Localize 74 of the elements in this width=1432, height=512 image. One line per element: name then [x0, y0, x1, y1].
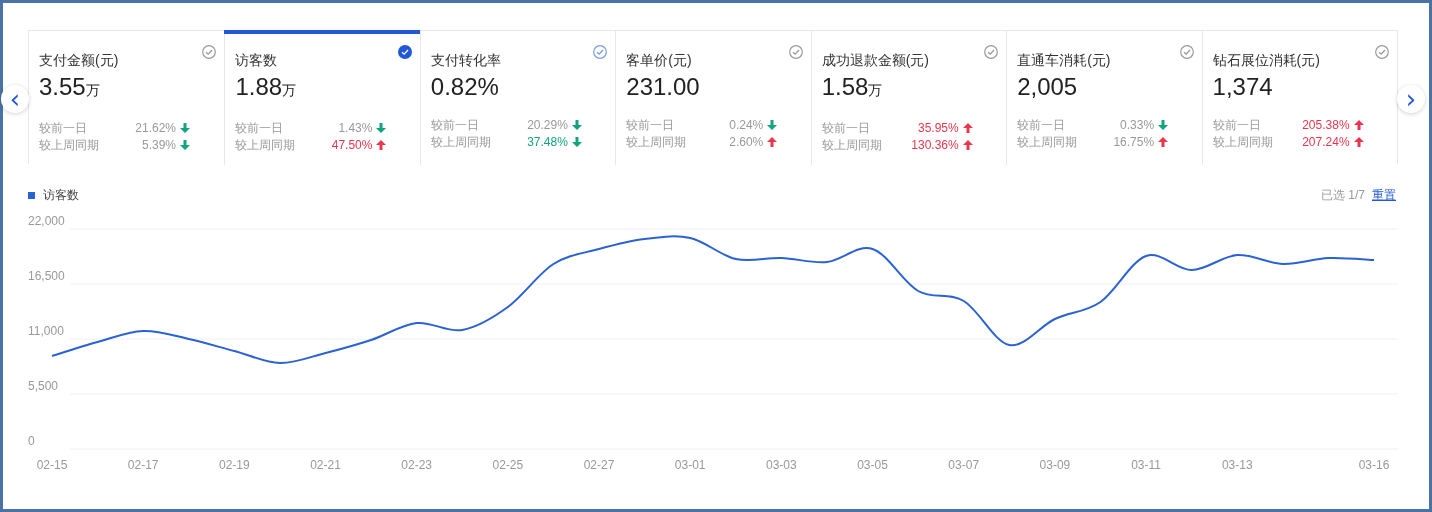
selection-count: 已选 1/7	[1321, 186, 1365, 204]
comparison-label: 较前一日	[1017, 117, 1067, 133]
metric-title: 支付金额(元)	[39, 51, 119, 69]
metric-title: 成功退款金额(元)	[821, 51, 930, 69]
next-button[interactable]: ›	[1397, 85, 1425, 113]
comparison-label: 较上周同期	[1017, 134, 1079, 150]
checked-icon[interactable]	[397, 45, 412, 59]
metric-value: 0.82%	[430, 72, 500, 102]
y-axis-label: 0	[28, 434, 35, 448]
comparison-label: 较前一日	[821, 120, 871, 136]
metric-title: 直通车消耗(元)	[1017, 51, 1111, 69]
comparison-label: 较上周同期	[821, 137, 883, 153]
y-axis-label: 16,500	[28, 269, 65, 283]
metric-title: 支付转化率	[430, 51, 501, 69]
x-axis-label: 03-03	[766, 458, 797, 472]
metric-value: 1.58万	[821, 72, 884, 102]
previous-button[interactable]: ‹	[1, 85, 29, 113]
x-axis-label: 02-25	[492, 458, 524, 472]
metric-value: 2,005	[1017, 72, 1079, 102]
check-circle-icon[interactable]	[788, 45, 803, 59]
x-axis-label: 02-23	[401, 458, 433, 472]
change-value: 0.24%	[729, 117, 765, 133]
x-axis-label: 03-13	[1221, 458, 1253, 472]
comparison-label: 较前一日	[235, 120, 285, 136]
change-value: 205.38%	[1302, 117, 1351, 133]
y-axis-label: 11,000	[28, 324, 64, 338]
change-value: 207.24%	[1302, 134, 1351, 150]
comparison-label: 较上周同期	[39, 137, 100, 153]
x-axis-label: 03-11	[1131, 458, 1161, 472]
x-axis-label: 03-07	[948, 458, 980, 472]
change-value: 21.62%	[135, 120, 177, 136]
x-axis-label: 03-01	[674, 458, 706, 472]
metric-value: 3.55万	[39, 72, 101, 102]
comparison-label: 较上周同期	[235, 137, 297, 153]
comparison-label: 较上周同期	[430, 134, 492, 150]
change-value: 5.39%	[141, 137, 177, 153]
x-axis-label: 02-17	[127, 458, 159, 472]
comparison-label: 较前一日	[430, 117, 480, 133]
change-value: 47.50%	[331, 137, 374, 153]
change-value: 35.95%	[918, 120, 960, 136]
change-value: 130.36%	[911, 137, 960, 153]
check-circle-icon[interactable]	[1375, 45, 1389, 59]
comparison-label: 较前一日	[626, 117, 676, 133]
check-circle-icon[interactable]	[593, 45, 608, 59]
change-value: 20.29%	[527, 117, 569, 133]
x-axis-label: 02-27	[583, 458, 615, 472]
x-axis-label: 02-19	[219, 458, 250, 472]
metric-title: 钻石展位消耗(元)	[1212, 51, 1320, 69]
metric-title: 访客数	[235, 51, 278, 69]
comparison-label: 较上周同期	[1212, 134, 1274, 150]
change-value: 37.48%	[527, 134, 569, 150]
metric-value: 1.88万	[235, 72, 298, 102]
change-value: 16.75%	[1113, 134, 1156, 150]
comparison-label: 较上周同期	[626, 134, 688, 150]
comparison-label: 较前一日	[39, 120, 88, 136]
check-circle-icon[interactable]	[1179, 45, 1194, 59]
x-axis-label: 03-09	[1039, 458, 1071, 472]
y-axis-label: 5,500	[28, 379, 59, 393]
change-value: 1.43%	[338, 120, 374, 136]
reset-link[interactable]: 重置	[1372, 186, 1396, 204]
change-value: 2.60%	[729, 134, 765, 150]
change-value: 0.33%	[1120, 117, 1156, 133]
check-circle-icon[interactable]	[202, 45, 217, 59]
metric-value: 231.00	[626, 72, 701, 102]
x-axis-label: 02-21	[310, 458, 341, 472]
metric-title: 客单价(元)	[626, 51, 692, 69]
x-axis-label: 03-05	[857, 458, 888, 472]
legend-label: 访客数	[43, 186, 79, 204]
comparison-label: 较前一日	[1212, 117, 1262, 133]
x-axis-label: 03-16	[1358, 458, 1390, 472]
y-axis-label: 22,000	[28, 214, 65, 228]
x-axis-label: 02-15	[36, 458, 68, 472]
metric-value: 1,374	[1212, 72, 1274, 102]
check-circle-icon[interactable]	[984, 45, 999, 59]
